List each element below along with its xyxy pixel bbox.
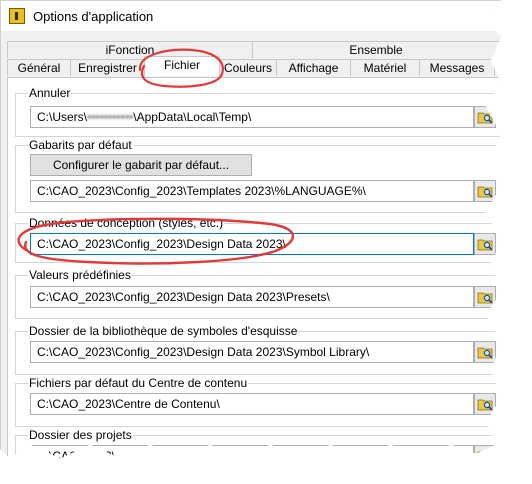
group-label-centre-contenu: Fichiers par défaut du Centre de contenu [28, 376, 249, 390]
window-title: Options d'application [33, 8, 154, 24]
app-icon [9, 8, 25, 24]
group-label-annuler: Annuler [28, 86, 72, 100]
tab-messages[interactable]: Messages [419, 59, 495, 76]
group-valeurs-predefinies: Valeurs prédéfinies C:\CAO_2023\Config_2… [15, 268, 501, 319]
group-label-gabarits: Gabarits par défaut [28, 138, 133, 152]
configure-template-button[interactable]: Configurer le gabarit par défaut... [30, 154, 252, 176]
group-dossier-projets: Dossier des projets C:\CAO_2023\ [15, 428, 501, 459]
symboles-browse-button[interactable] [474, 341, 496, 363]
donnees-browse-button[interactable] [474, 233, 496, 255]
contenu-path-field[interactable]: C:\CAO_2023\Centre de Contenu\ [30, 393, 474, 415]
tab-row-bottom: Général Enregistrer Fichier Couleurs Aff… [7, 56, 501, 77]
donnees-path-field[interactable]: C:\CAO_2023\Config_2023\Design Data 2023… [30, 233, 474, 255]
group-label-symboles-esquisse: Dossier de la bibliothèque de symboles d… [28, 324, 299, 338]
group-gabarits: Gabarits par défaut Configurer le gabari… [15, 138, 501, 213]
annuler-path-username: ••••••••••• [87, 110, 134, 124]
folder-search-icon [477, 292, 493, 304]
gabarits-path-field[interactable]: C:\CAO_2023\Config_2023\Templates 2023\%… [30, 180, 474, 202]
tab-enregistrer[interactable]: Enregistrer [70, 59, 145, 76]
tab-fichier[interactable]: Fichier [144, 56, 220, 76]
annuler-path-suffix: \AppData\Local\Temp\ [133, 110, 252, 124]
folder-search-icon [477, 239, 493, 251]
valeurs-browse-button[interactable] [474, 286, 496, 308]
title-bar: Options d'application [1, 1, 501, 31]
valeurs-path-field[interactable]: C:\CAO_2023\Config_2023\Design Data 2023… [30, 286, 474, 308]
folder-search-icon [477, 399, 493, 411]
folder-search-icon [477, 451, 493, 459]
projets-path-field[interactable]: C:\CAO_2023\ [30, 445, 474, 459]
folder-search-icon [477, 347, 493, 359]
tab-general[interactable]: Général [7, 59, 71, 76]
tab-row-top: iFonction Ensemble [7, 41, 501, 59]
group-label-valeurs-predefinies: Valeurs prédéfinies [28, 268, 132, 282]
tab-couleurs[interactable]: Couleurs [219, 59, 277, 76]
annuler-path-field[interactable]: C:\Users\•••••••••••\AppData\Local\Temp\ [30, 106, 474, 128]
group-symboles-esquisse: Dossier de la bibliothèque de symboles d… [15, 324, 501, 375]
options-dialog: Options d'application iFonction Ensemble… [0, 0, 501, 459]
symboles-path-field[interactable]: C:\CAO_2023\Config_2023\Design Data 2023… [30, 341, 474, 363]
tab-ensemble[interactable]: Ensemble [252, 41, 500, 58]
gabarits-browse-button[interactable] [474, 180, 496, 202]
group-label-dossier-projets: Dossier des projets [28, 428, 133, 442]
annuler-path-prefix: C:\Users\ [37, 110, 88, 124]
tab-affichage[interactable]: Affichage [276, 59, 351, 76]
contenu-browse-button[interactable] [474, 393, 496, 415]
folder-search-icon [477, 112, 493, 124]
group-annuler: Annuler C:\Users\•••••••••••\AppData\Loc… [15, 86, 501, 137]
projets-browse-button[interactable] [474, 445, 496, 459]
tab-materiel[interactable]: Matériel [350, 59, 420, 76]
group-centre-contenu: Fichiers par défaut du Centre de contenu… [15, 376, 501, 427]
annuler-browse-button[interactable] [474, 106, 496, 128]
group-donnees-conception: Données de conception (styles, etc.) C:\… [15, 216, 501, 263]
folder-search-icon [477, 186, 493, 198]
group-label-donnees-conception: Données de conception (styles, etc.) [28, 216, 225, 230]
